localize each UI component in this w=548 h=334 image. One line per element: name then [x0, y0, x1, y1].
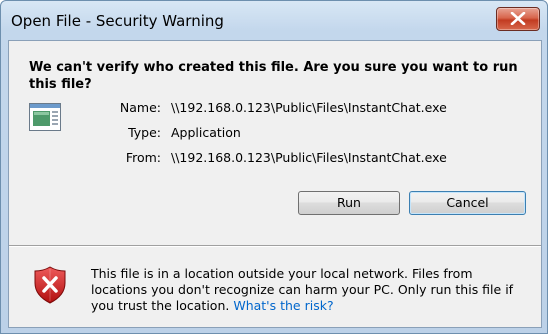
whats-the-risk-link[interactable]: What's the risk? — [233, 298, 333, 313]
warning-message: This file is in a location outside your … — [91, 266, 521, 314]
section-divider — [9, 245, 541, 247]
from-label: From: — [125, 150, 161, 165]
security-warning-window: Open File - Security Warning We can't ve… — [0, 0, 548, 334]
question-heading: We can't verify who created this file. A… — [29, 60, 518, 92]
name-label: Name: — [119, 100, 161, 115]
cancel-button[interactable]: Cancel — [409, 191, 526, 215]
close-icon — [510, 12, 526, 25]
window-title: Open File - Security Warning — [11, 12, 224, 30]
close-button[interactable] — [496, 7, 540, 31]
dialog-content: We can't verify who created this file. A… — [8, 40, 542, 328]
security-shield-error-icon — [34, 266, 66, 304]
title-bar[interactable]: Open File - Security Warning — [1, 1, 547, 41]
application-file-icon — [29, 103, 61, 131]
run-button[interactable]: Run — [298, 191, 400, 215]
from-value: \\192.168.0.123\Public\Files\InstantChat… — [171, 150, 447, 165]
type-label: Type: — [128, 125, 161, 140]
type-value: Application — [171, 125, 241, 140]
name-value: \\192.168.0.123\Public\Files\InstantChat… — [171, 100, 447, 115]
